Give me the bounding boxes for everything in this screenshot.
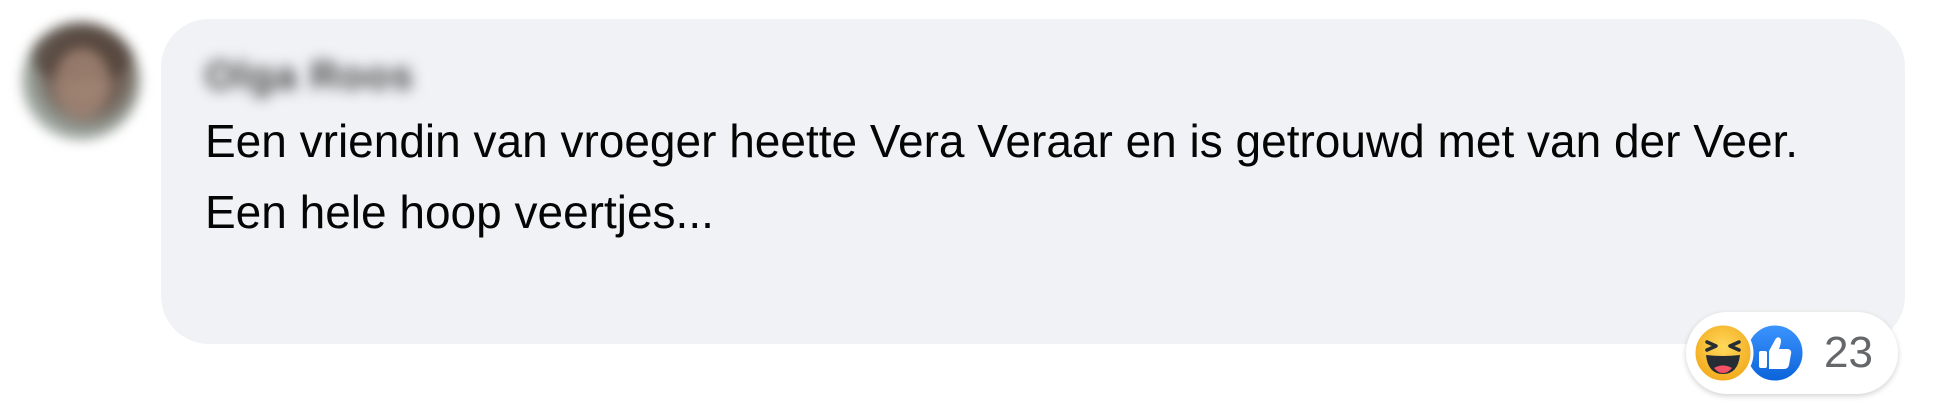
avatar-face	[54, 48, 110, 118]
haha-emoji-icon	[1692, 322, 1754, 384]
comment-line-1: Een vriendin van vroeger heette Vera Ver…	[205, 115, 1799, 167]
comment-line-2: Een hele hoop veertjes...	[205, 186, 714, 238]
comment-author-name[interactable]: Olga Roos	[205, 54, 414, 99]
commenter-avatar[interactable]	[22, 22, 140, 140]
reactions-summary[interactable]: 23	[1686, 312, 1898, 394]
reaction-count: 23	[1824, 328, 1873, 377]
comment-text: Een vriendin van vroeger heette Vera Ver…	[205, 106, 1885, 248]
